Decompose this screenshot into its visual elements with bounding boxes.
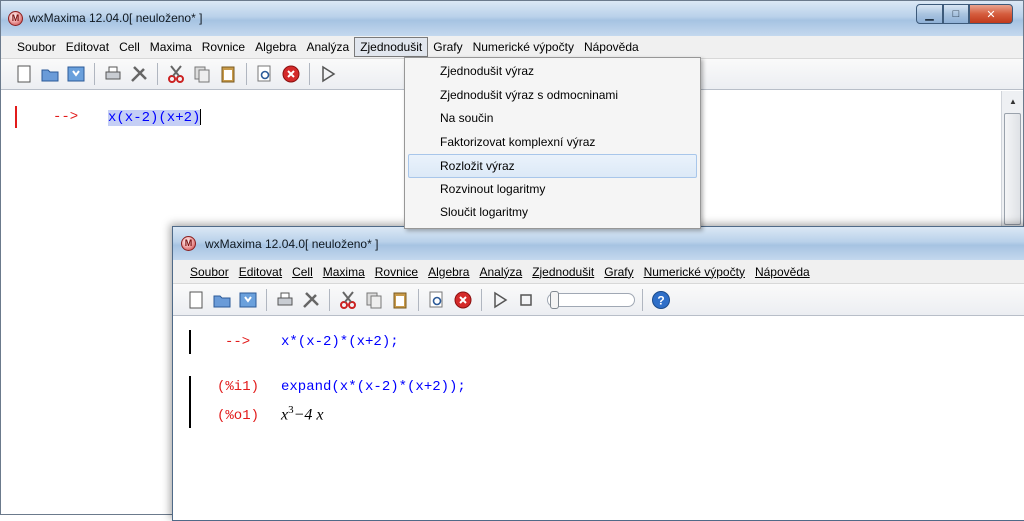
- toolbar: ?: [173, 284, 1024, 316]
- menu-item-faktorizovat-komplexni-vyraz[interactable]: Faktorizovat komplexní výraz: [405, 131, 700, 155]
- open-folder-icon[interactable]: [39, 63, 61, 85]
- slider-knob[interactable]: [550, 290, 559, 309]
- cut-icon[interactable]: [337, 289, 359, 311]
- new-document-icon[interactable]: [13, 63, 35, 85]
- animation-slider[interactable]: [547, 290, 635, 309]
- play-icon[interactable]: [489, 289, 511, 311]
- copy-icon[interactable]: [191, 63, 213, 85]
- cell-prompt: -->: [53, 109, 79, 125]
- menu-maxima[interactable]: Maxima: [145, 37, 197, 57]
- paste-icon[interactable]: [217, 63, 239, 85]
- maximize-button[interactable]: □: [943, 4, 969, 24]
- play-icon[interactable]: [317, 63, 339, 85]
- output-label: (%o1): [217, 408, 260, 424]
- wxmaxima-app-icon: M: [181, 236, 196, 251]
- toolbar-separator: [329, 288, 330, 311]
- toolbar-separator: [481, 288, 482, 311]
- menu-numericke-vypocty[interactable]: Numerické výpočty: [639, 262, 750, 282]
- svg-text:?: ?: [657, 293, 664, 307]
- menu-item-na-soucin[interactable]: Na součin: [405, 107, 700, 131]
- menu-item-rozvinout-logaritmy[interactable]: Rozvinout logaritmy: [405, 178, 700, 202]
- menu-item-sloucit-logaritmy[interactable]: Sloučit logaritmy: [405, 201, 700, 225]
- menu-zjednodusit[interactable]: Zjednodušit: [527, 262, 599, 282]
- menu-analyza[interactable]: Analýza: [301, 37, 354, 57]
- menu-napoveda[interactable]: Nápověda: [579, 37, 644, 57]
- cell-input[interactable]: expand(x*(x-2)*(x+2));: [281, 379, 466, 395]
- cell-prompt: -->: [225, 334, 251, 350]
- cell-input[interactable]: x(x-2)(x+2): [108, 109, 202, 126]
- save-icon[interactable]: [65, 63, 87, 85]
- vertical-scrollbar[interactable]: ▲: [1001, 91, 1023, 231]
- stop-icon[interactable]: [452, 289, 474, 311]
- toolbar-separator: [157, 63, 158, 85]
- menu-soubor[interactable]: Soubor: [185, 262, 234, 282]
- menu-cell[interactable]: Cell: [114, 37, 145, 57]
- output-rest: −4 x: [293, 406, 324, 424]
- menu-item-zjednodusit-vyraz-s-odmocninami[interactable]: Zjednodušit výraz s odmocninami: [405, 84, 700, 108]
- cell-bracket[interactable]: [189, 330, 197, 354]
- copy-icon[interactable]: [363, 289, 385, 311]
- scroll-thumb[interactable]: [1004, 113, 1021, 225]
- front-window: M wxMaxima 12.04.0[ neuloženo* ] Soubor …: [172, 226, 1024, 521]
- menu-rovnice[interactable]: Rovnice: [197, 37, 250, 57]
- paste-icon[interactable]: [389, 289, 411, 311]
- print-icon[interactable]: [274, 289, 296, 311]
- worksheet[interactable]: --> x*(x-2)*(x+2); (%i1) expand(x*(x-2)*…: [173, 316, 1024, 520]
- cell-input[interactable]: x*(x-2)*(x+2);: [281, 334, 399, 350]
- toolbar-separator: [94, 63, 95, 85]
- toolbar-separator: [418, 288, 419, 311]
- window-title: wxMaxima 12.04.0[ neuloženo* ]: [29, 11, 203, 25]
- toolbar-separator: [309, 63, 310, 85]
- menu-rovnice[interactable]: Rovnice: [370, 262, 423, 282]
- menu-maxima[interactable]: Maxima: [318, 262, 370, 282]
- cell-bracket[interactable]: [189, 376, 197, 428]
- find-icon[interactable]: [254, 63, 276, 85]
- toolbar-separator: [642, 288, 643, 311]
- toolbar-separator: [246, 63, 247, 85]
- title-bar[interactable]: M wxMaxima 12.04.0[ neuloženo* ] ▁ □ ✕: [1, 1, 1023, 36]
- menu-zjednodusit[interactable]: Zjednodušit: [354, 37, 429, 57]
- wxmaxima-app-icon: M: [8, 11, 23, 26]
- menu-grafy[interactable]: Grafy: [599, 262, 638, 282]
- menu-item-zjednodusit-vyraz[interactable]: Zjednodušit výraz: [405, 60, 700, 84]
- zjednodusit-dropdown-menu: Zjednodušit výraz Zjednodušit výraz s od…: [404, 57, 701, 229]
- menu-item-rozlozit-vyraz[interactable]: Rozložit výraz: [408, 154, 697, 178]
- new-document-icon[interactable]: [185, 289, 207, 311]
- menu-algebra[interactable]: Algebra: [423, 262, 474, 282]
- toolbar-separator: [266, 288, 267, 311]
- menu-numericke-vypocty[interactable]: Numerické výpočty: [468, 37, 579, 57]
- menu-analyza[interactable]: Analýza: [474, 262, 527, 282]
- cell-output: x3−4 x: [281, 404, 324, 424]
- stop-square-icon[interactable]: [515, 289, 537, 311]
- help-icon[interactable]: ?: [650, 289, 672, 311]
- text-caret: [200, 109, 202, 125]
- menu-napoveda[interactable]: Nápověda: [750, 262, 815, 282]
- menu-editovat[interactable]: Editovat: [234, 262, 287, 282]
- settings-tools-icon[interactable]: [128, 63, 150, 85]
- menu-bar: Soubor Editovat Cell Maxima Rovnice Alge…: [173, 260, 1024, 284]
- menu-editovat[interactable]: Editovat: [61, 37, 114, 57]
- menu-bar: Soubor Editovat Cell Maxima Rovnice Alge…: [1, 36, 1023, 59]
- menu-cell[interactable]: Cell: [287, 262, 318, 282]
- find-icon[interactable]: [426, 289, 448, 311]
- cell-bracket[interactable]: [15, 106, 23, 128]
- menu-algebra[interactable]: Algebra: [250, 37, 301, 57]
- menu-soubor[interactable]: Soubor: [1, 37, 61, 57]
- stop-icon[interactable]: [280, 63, 302, 85]
- settings-tools-icon[interactable]: [300, 289, 322, 311]
- save-icon[interactable]: [237, 289, 259, 311]
- menu-grafy[interactable]: Grafy: [428, 37, 467, 57]
- selected-input-text[interactable]: x(x-2)(x+2): [108, 109, 201, 126]
- minimize-button[interactable]: ▁: [916, 4, 943, 24]
- window-title: wxMaxima 12.04.0[ neuloženo* ]: [205, 237, 379, 251]
- input-label: (%i1): [217, 379, 260, 395]
- close-button[interactable]: ✕: [969, 4, 1013, 24]
- open-folder-icon[interactable]: [211, 289, 233, 311]
- title-bar[interactable]: M wxMaxima 12.04.0[ neuloženo* ]: [173, 227, 1024, 260]
- cut-icon[interactable]: [165, 63, 187, 85]
- scroll-up-arrow-icon[interactable]: ▲: [1003, 92, 1023, 110]
- print-icon[interactable]: [102, 63, 124, 85]
